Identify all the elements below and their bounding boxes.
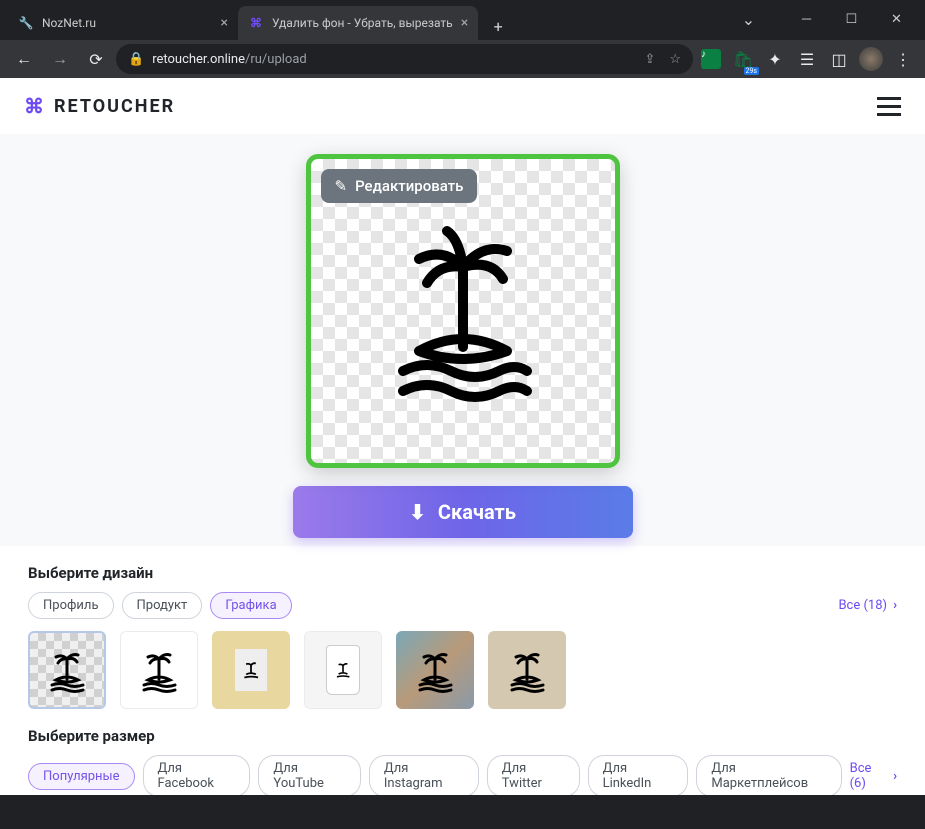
design-thumb-4[interactable] <box>304 631 382 709</box>
chip-instagram[interactable]: Для Instagram <box>369 755 479 795</box>
menu-button[interactable] <box>877 97 901 116</box>
download-icon: ⬇ <box>409 500 426 524</box>
tab-title: Удалить фон - Убрать, вырезать <box>272 16 453 30</box>
window-close-button[interactable]: ✕ <box>874 4 919 34</box>
site-logo[interactable]: ⌘ RETOUCHER <box>24 94 175 118</box>
chip-youtube[interactable]: Для YouTube <box>258 755 360 795</box>
bookmark-icon[interactable]: ☆ <box>669 52 681 67</box>
close-icon[interactable]: × <box>461 15 468 31</box>
main-content: ✎ Редактировать ⬇ Скачать <box>0 134 925 546</box>
page-content: ⌘ RETOUCHER ✎ Редактировать ⬇ Скачать <box>0 78 925 795</box>
design-chip-row: Профиль Продукт Графика Все (18) › <box>28 592 897 619</box>
new-tab-button[interactable]: + <box>484 12 512 40</box>
side-panel-button[interactable]: ◫ <box>825 45 853 73</box>
extensions-button[interactable]: ✦ <box>761 45 789 73</box>
design-thumb-2[interactable] <box>120 631 198 709</box>
address-bar[interactable]: 🔒 retoucher.online/ru/upload ⇪ ☆ <box>116 44 693 74</box>
design-title: Выберите дизайн <box>28 564 897 582</box>
extension-shopping-button[interactable]: 🛍29s <box>729 45 757 73</box>
retoucher-favicon-icon: ⌘ <box>248 15 264 31</box>
browser-toolbar: ← → ⟳ 🔒 retoucher.online/ru/upload ⇪ ☆ ♪… <box>0 40 925 78</box>
chip-profile[interactable]: Профиль <box>28 592 114 619</box>
chip-twitter[interactable]: Для Twitter <box>487 755 580 795</box>
design-all-link[interactable]: Все (18) › <box>838 598 897 613</box>
edit-button[interactable]: ✎ Редактировать <box>321 169 478 203</box>
window-dropdown-icon[interactable]: ⌄ <box>726 4 771 34</box>
window-maximize-button[interactable]: ☐ <box>829 4 874 34</box>
tab-title: NozNet.ru <box>42 16 213 30</box>
size-section: Выберите размер Популярные Для Facebook … <box>0 727 925 795</box>
reload-button[interactable]: ⟳ <box>80 43 112 75</box>
profile-avatar[interactable] <box>857 45 885 73</box>
download-label: Скачать <box>438 500 516 524</box>
chip-product[interactable]: Продукт <box>122 592 203 619</box>
close-icon[interactable]: × <box>221 15 228 31</box>
retoucher-logo-icon: ⌘ <box>24 94 46 118</box>
chevron-right-icon: › <box>893 769 897 784</box>
browser-tab-noznet[interactable]: 🔧 NozNet.ru × <box>8 6 238 40</box>
lock-icon: 🔒 <box>128 52 144 67</box>
download-button[interactable]: ⬇ Скачать <box>293 486 633 538</box>
design-thumbnails <box>28 631 897 709</box>
back-button[interactable]: ← <box>8 43 40 75</box>
logo-text: RETOUCHER <box>54 96 175 117</box>
chip-graphics[interactable]: Графика <box>210 592 291 619</box>
design-thumb-6[interactable] <box>488 631 566 709</box>
size-chip-row: Популярные Для Facebook Для YouTube Для … <box>28 755 897 795</box>
chrome-menu-button[interactable]: ⋮ <box>889 45 917 73</box>
size-all-link[interactable]: Все (6) › <box>850 761 897 791</box>
forward-button[interactable]: → <box>44 43 76 75</box>
chip-marketplaces[interactable]: Для Маркетплейсов <box>696 755 841 795</box>
reading-list-button[interactable]: ☰ <box>793 45 821 73</box>
pencil-icon: ✎ <box>335 177 348 195</box>
extension-music-button[interactable]: ♪ <box>697 45 725 73</box>
wrench-icon: 🔧 <box>18 15 34 31</box>
size-title: Выберите размер <box>28 727 897 745</box>
chip-linkedin[interactable]: Для LinkedIn <box>588 755 689 795</box>
chevron-right-icon: › <box>893 598 897 613</box>
site-header: ⌘ RETOUCHER <box>0 78 925 134</box>
design-thumb-3[interactable] <box>212 631 290 709</box>
image-preview[interactable]: ✎ Редактировать <box>306 154 620 468</box>
edit-label: Редактировать <box>355 177 463 195</box>
browser-tab-retoucher[interactable]: ⌘ Удалить фон - Убрать, вырезать × <box>238 6 478 40</box>
design-thumb-5[interactable] <box>396 631 474 709</box>
design-section: Выберите дизайн Профиль Продукт Графика … <box>0 564 925 709</box>
url-text: retoucher.online/ru/upload <box>152 52 307 67</box>
window-minimize-button[interactable]: ─ <box>784 4 829 34</box>
chip-popular[interactable]: Популярные <box>28 763 135 790</box>
chip-facebook[interactable]: Для Facebook <box>143 755 251 795</box>
design-thumb-1[interactable] <box>28 631 106 709</box>
palm-island-icon <box>363 211 563 411</box>
share-icon[interactable]: ⇪ <box>644 52 655 67</box>
